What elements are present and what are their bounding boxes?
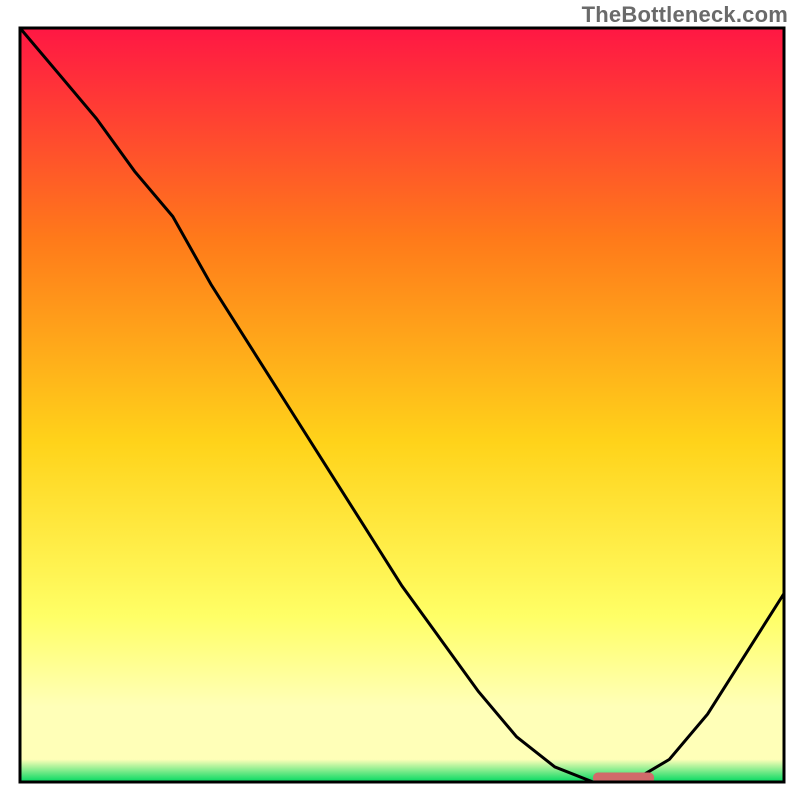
gradient-background	[20, 28, 784, 782]
bottleneck-chart-svg	[0, 0, 800, 800]
chart-container: TheBottleneck.com	[0, 0, 800, 800]
watermark-text: TheBottleneck.com	[582, 2, 788, 28]
